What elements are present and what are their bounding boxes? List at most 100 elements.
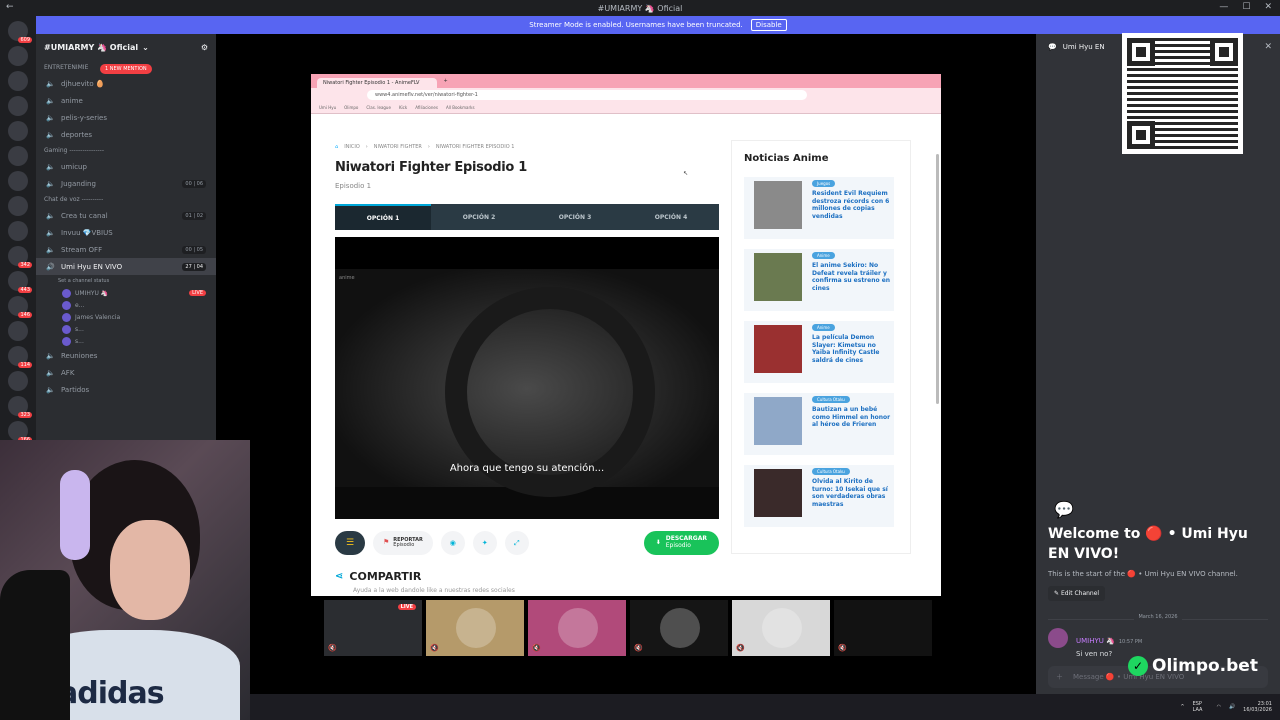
add-icon[interactable]: ＋ xyxy=(1056,672,1063,682)
eye-icon[interactable]: ◉ xyxy=(440,531,465,555)
server-icon[interactable] xyxy=(8,171,28,191)
channel-voice-1[interactable]: 🔈 Invuu 💎VBIUS xyxy=(36,224,216,241)
channel-text-1[interactable]: 🔈 anime xyxy=(36,92,216,109)
server-header[interactable]: #UMIARMY 🦄 Oficial ⌄ xyxy=(36,34,216,60)
server-icon[interactable] xyxy=(8,96,28,116)
volume-icon[interactable]: 🔊 xyxy=(1229,704,1235,710)
news-item[interactable]: Cultura Otaku Bautizan a un bebé como Him… xyxy=(744,393,894,455)
category-gaming[interactable]: Gaming ---------------- xyxy=(36,143,216,158)
clock[interactable]: 23:01 16/03/2026 xyxy=(1243,701,1272,713)
invite-icon[interactable]: ⚙ xyxy=(201,34,208,60)
news-item[interactable]: Cultura Otaku Olvida al Kirito de turno: … xyxy=(744,465,894,527)
news-headline[interactable]: Olvida al Kirito de turno: 10 Isekai que… xyxy=(812,478,892,508)
bookmark-item[interactable]: Clas. league xyxy=(366,105,391,110)
server-icon[interactable]: 323 xyxy=(8,396,32,418)
download-button[interactable]: ⬇ DESCARGAR Episodio xyxy=(643,531,719,555)
wifi-icon[interactable]: ◠ xyxy=(1217,704,1221,710)
edit-channel-button[interactable]: ✎ Edit Channel xyxy=(1048,586,1106,602)
voice-user[interactable]: s... xyxy=(36,323,216,335)
voice-user[interactable]: e... xyxy=(36,299,216,311)
news-item[interactable]: Anime La película Demon Slayer: Kimetsu n… xyxy=(744,321,894,383)
close-icon[interactable]: ✕ xyxy=(1264,2,1272,12)
category-voice[interactable]: Chat de voz ---------- xyxy=(36,192,216,207)
server-icon[interactable] xyxy=(8,46,28,66)
channel-voice-2[interactable]: 🔈 Stream OFF 00 | 05 xyxy=(36,241,216,258)
channel-bottom-1[interactable]: 🔈 AFK xyxy=(36,364,216,381)
episode-list-button[interactable]: ☰ xyxy=(335,531,365,555)
crumb-2[interactable]: NIWATORI FIGHTER xyxy=(374,144,422,150)
server-icon[interactable] xyxy=(8,146,28,166)
tray-chevron-icon[interactable]: ^ xyxy=(1180,704,1184,710)
news-headline[interactable]: El anime Sekiro: No Defeat revela tráile… xyxy=(812,262,892,292)
participant-tile[interactable]: 🔇 xyxy=(630,600,728,656)
new-tab-icon[interactable]: + xyxy=(443,78,447,84)
server-icon[interactable]: 166 xyxy=(8,421,32,443)
news-thumbnail[interactable] xyxy=(754,397,802,445)
server-icon[interactable]: 114 xyxy=(8,346,32,368)
server-icon[interactable]: 146 xyxy=(8,296,32,318)
channel-gaming-0[interactable]: 🔈 umicup xyxy=(36,158,216,175)
channel-bottom-2[interactable]: 🔈 Partidos xyxy=(36,381,216,398)
video-player[interactable]: anime Ahora que tengo su atención... xyxy=(335,237,719,519)
voice-user[interactable]: UMIHYU 🦄 LIVE xyxy=(36,287,216,299)
server-icon[interactable] xyxy=(8,196,28,216)
tab-option-2[interactable]: OPCIÓN 2 xyxy=(431,204,527,230)
server-icon[interactable] xyxy=(8,371,28,391)
voice-channel-active[interactable]: 🔊 Umi Hyu EN VIVO 27 | 04 xyxy=(36,258,216,275)
server-icon[interactable]: 443 xyxy=(8,271,32,293)
participant-tile[interactable]: 🔇 xyxy=(528,600,626,656)
news-thumbnail[interactable] xyxy=(754,181,802,229)
news-item[interactable]: Juegos Resident Evil Requiem destroza réc… xyxy=(744,177,894,239)
channel-status[interactable]: Set a channel status xyxy=(36,275,216,287)
maximize-icon[interactable]: ☐ xyxy=(1242,2,1250,12)
lightbulb-icon[interactable]: ✦ xyxy=(472,531,497,555)
channel-text-2[interactable]: 🔈 pelis-y-series xyxy=(36,109,216,126)
server-icon[interactable] xyxy=(8,121,28,141)
participant-tile[interactable]: 🔇 xyxy=(426,600,524,656)
server-icon[interactable]: 342 xyxy=(8,246,32,268)
server-icon[interactable] xyxy=(8,321,28,341)
channel-bottom-0[interactable]: 🔈 Reuniones xyxy=(36,347,216,364)
avatar[interactable] xyxy=(1048,628,1068,648)
tab-option-3[interactable]: OPCIÓN 3 xyxy=(527,204,623,230)
close-chat-icon[interactable]: ✕ xyxy=(1264,42,1272,52)
channel-voice-0[interactable]: 🔈 Crea tu canal 01 | 02 xyxy=(36,207,216,224)
participant-tile[interactable]: LIVE 🔇 xyxy=(324,600,422,656)
browser-tab[interactable]: Niwatori Fighter Episodio 1 - AnimeFLV xyxy=(317,77,438,88)
participant-tile[interactable]: 🔇 xyxy=(834,600,932,656)
participant-tile[interactable]: 🔇 xyxy=(732,600,830,656)
voice-user[interactable]: James Valencia xyxy=(36,311,216,323)
channel-text-3[interactable]: 🔈 deportes xyxy=(36,126,216,143)
channel-text-0[interactable]: 🔈 djhuevito 🥚 xyxy=(36,75,216,92)
news-item[interactable]: Anime El anime Sekiro: No Defeat revela t… xyxy=(744,249,894,311)
home-icon[interactable]: ⌂ xyxy=(335,144,338,150)
news-headline[interactable]: Resident Evil Requiem destroza récords c… xyxy=(812,190,892,220)
server-icon[interactable] xyxy=(8,221,28,241)
voice-user[interactable]: s... xyxy=(36,335,216,347)
new-mention-pill[interactable]: 1 NEW MENTION xyxy=(100,64,152,74)
news-headline[interactable]: Bautizan a un bebé como Himmel en honor … xyxy=(812,406,892,429)
bookmark-item[interactable]: Olimpo xyxy=(344,105,358,110)
report-button[interactable]: ⚑ REPORTAR Episodio xyxy=(373,531,433,555)
bookmark-item[interactable]: Afiliaciones xyxy=(415,105,438,110)
bookmark-item[interactable]: All Bookmarks xyxy=(446,105,475,110)
language-indicator[interactable]: ESP LAA xyxy=(1193,701,1209,713)
url-input[interactable]: www4.animeflv.net/ver/niwatori-fighter-1 xyxy=(367,90,807,100)
news-thumbnail[interactable] xyxy=(754,253,802,301)
page-scrollbar[interactable] xyxy=(936,154,939,404)
expand-icon[interactable]: ⤢ xyxy=(504,531,529,555)
news-thumbnail[interactable] xyxy=(754,469,802,517)
back-arrow-icon[interactable]: ← xyxy=(6,2,14,12)
bookmark-item[interactable]: Kick xyxy=(399,105,407,110)
server-icon[interactable] xyxy=(8,71,28,91)
message-author[interactable]: UMIHYU 🦄 xyxy=(1076,637,1115,645)
channel-gaming-1[interactable]: 🔈 Juganding 00 | 06 xyxy=(36,175,216,192)
crumb-1[interactable]: INICIO xyxy=(344,144,360,150)
disable-button[interactable]: Disable xyxy=(750,19,787,31)
news-thumbnail[interactable] xyxy=(754,325,802,373)
news-headline[interactable]: La película Demon Slayer: Kimetsu no Yai… xyxy=(812,334,892,364)
bookmark-item[interactable]: Umi Hyu xyxy=(319,105,336,110)
tab-option-1[interactable]: OPCIÓN 1 xyxy=(335,204,431,230)
tab-option-4[interactable]: OPCIÓN 4 xyxy=(623,204,719,230)
minimize-icon[interactable]: — xyxy=(1219,2,1228,12)
